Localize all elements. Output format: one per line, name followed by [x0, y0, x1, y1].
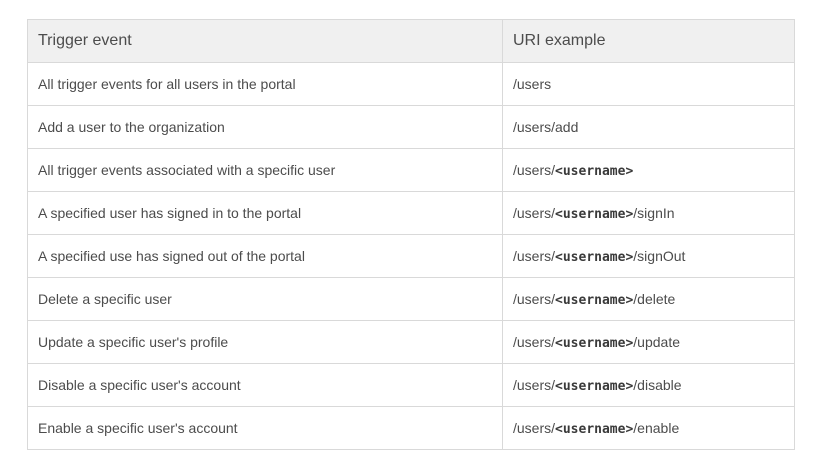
uri-prefix: /users/ — [513, 419, 556, 436]
trigger-event-cell: Enable a specific user's account — [27, 406, 503, 450]
table-row: Disable a specific user's account /users… — [27, 363, 795, 407]
uri-prefix: /users/ — [513, 161, 556, 178]
table-row: Delete a specific user /users/<username>… — [27, 277, 795, 321]
uri-suffix: /delete — [633, 290, 676, 307]
trigger-events-table: Trigger event URI example All trigger ev… — [27, 19, 795, 450]
trigger-event-cell: All trigger events for all users in the … — [27, 62, 503, 106]
trigger-events-table-container: Trigger event URI example All trigger ev… — [27, 19, 795, 450]
uri-example-cell: /users/add — [502, 105, 795, 149]
uri-prefix: /users/ — [513, 247, 556, 264]
uri-example-cell: /users/<username>/disable — [502, 363, 795, 407]
header-trigger-event: Trigger event — [27, 19, 503, 63]
uri-prefix: /users/ — [513, 204, 556, 221]
table-row: Add a user to the organization /users/ad… — [27, 105, 795, 149]
uri-example-cell: /users/<username>/signOut — [502, 234, 795, 278]
uri-code: <username> — [555, 206, 634, 222]
table-header-row: Trigger event URI example — [27, 19, 795, 63]
uri-suffix: /update — [633, 333, 681, 350]
trigger-event-cell: A specified use has signed out of the po… — [27, 234, 503, 278]
uri-example-cell: /users — [502, 62, 795, 106]
table-row: A specified user has signed in to the po… — [27, 191, 795, 235]
trigger-event-cell: Disable a specific user's account — [27, 363, 503, 407]
uri-example-cell: /users/<username>/delete — [502, 277, 795, 321]
uri-prefix: /users/add — [513, 118, 579, 135]
uri-code: <username> — [555, 378, 634, 394]
uri-suffix: /enable — [633, 419, 680, 436]
table-row: All trigger events associated with a spe… — [27, 148, 795, 192]
trigger-event-cell: Delete a specific user — [27, 277, 503, 321]
uri-code: <username> — [555, 249, 634, 265]
uri-code: <username> — [555, 421, 634, 437]
uri-code: <username> — [555, 292, 634, 308]
uri-example-cell: /users/<username>/signIn — [502, 191, 795, 235]
uri-example-cell: /users/<username>/enable — [502, 406, 795, 450]
table-row: A specified use has signed out of the po… — [27, 234, 795, 278]
trigger-event-cell: Add a user to the organization — [27, 105, 503, 149]
uri-example-cell: /users/<username> — [502, 148, 795, 192]
uri-suffix: /disable — [633, 376, 682, 393]
table-row: Enable a specific user's account /users/… — [27, 406, 795, 450]
table-row: All trigger events for all users in the … — [27, 62, 795, 106]
uri-code: <username> — [555, 335, 634, 351]
trigger-event-cell: All trigger events associated with a spe… — [27, 148, 503, 192]
trigger-event-cell: A specified user has signed in to the po… — [27, 191, 503, 235]
uri-suffix: /signOut — [633, 247, 686, 264]
uri-example-cell: /users/<username>/update — [502, 320, 795, 364]
trigger-event-cell: Update a specific user's profile — [27, 320, 503, 364]
table-row: Update a specific user's profile /users/… — [27, 320, 795, 364]
uri-prefix: /users/ — [513, 333, 556, 350]
uri-prefix: /users — [513, 75, 552, 92]
uri-prefix: /users/ — [513, 290, 556, 307]
header-uri-example: URI example — [502, 19, 795, 63]
uri-suffix: /signIn — [633, 204, 675, 221]
uri-code: <username> — [555, 163, 634, 179]
uri-prefix: /users/ — [513, 376, 556, 393]
